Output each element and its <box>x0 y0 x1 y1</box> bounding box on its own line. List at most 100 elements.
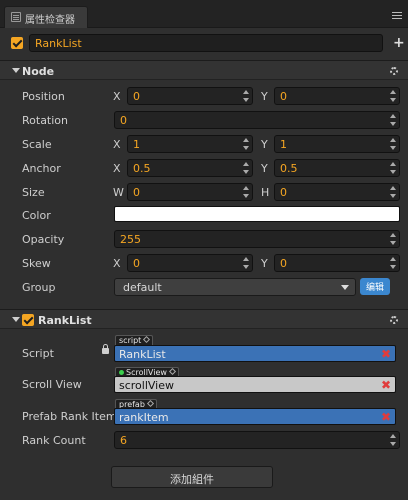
tab-inspector[interactable]: 属性检查器 <box>4 6 88 28</box>
size-h-value: 0 <box>280 186 287 199</box>
scroll-view-label: Scroll View <box>22 378 82 391</box>
size-w-axis: W <box>113 186 124 199</box>
skew-y-value: 0 <box>280 257 287 270</box>
skew-y-input[interactable]: 0 <box>274 254 400 272</box>
stepper-icon[interactable] <box>389 185 397 199</box>
skew-x-input[interactable]: 0 <box>127 254 253 272</box>
remove-icon[interactable]: ✖ <box>381 410 391 424</box>
color-picker-swatch[interactable] <box>114 206 400 222</box>
scale-y-axis: Y <box>261 138 268 151</box>
size-w-value: 0 <box>133 186 140 199</box>
position-y-axis: Y <box>261 90 268 103</box>
panel-tab-bar: 属性检查器 <box>0 0 408 28</box>
position-x-input[interactable]: 0 <box>127 87 253 105</box>
scale-y-value: 1 <box>280 138 287 151</box>
opacity-label: Opacity <box>22 233 65 246</box>
anchor-x-input[interactable]: 0.5 <box>127 159 253 177</box>
remove-icon[interactable]: ✖ <box>381 378 391 392</box>
group-label: Group <box>22 281 56 294</box>
position-x-value: 0 <box>133 90 140 103</box>
rotation-value: 0 <box>120 114 127 127</box>
scroll-view-value: scrollView <box>119 379 175 392</box>
node-name-input[interactable]: RankList <box>29 34 383 52</box>
size-label: Size <box>22 186 45 199</box>
prefab-rank-item-field[interactable]: rankItem ✖ <box>114 408 396 425</box>
hamburger-menu-icon[interactable] <box>392 12 402 20</box>
group-select-value: default <box>123 281 162 294</box>
size-w-input[interactable]: 0 <box>127 183 253 201</box>
stepper-icon[interactable] <box>242 161 250 175</box>
plus-icon[interactable]: + <box>393 35 405 51</box>
scale-x-value: 1 <box>133 138 140 151</box>
rank-count-input[interactable]: 6 <box>114 431 400 449</box>
node-dot-icon <box>119 370 124 375</box>
stepper-icon[interactable] <box>242 137 250 151</box>
stepper-icon[interactable] <box>242 185 250 199</box>
node-active-checkbox[interactable] <box>11 37 23 49</box>
anchor-y-value: 0.5 <box>280 162 298 175</box>
skew-x-value: 0 <box>133 257 140 270</box>
chevron-down-icon <box>341 285 349 290</box>
caret-down-icon <box>12 68 20 73</box>
gear-icon[interactable] <box>390 67 398 75</box>
script-tag-label: script <box>119 336 142 345</box>
scale-x-input[interactable]: 1 <box>127 135 253 153</box>
stepper-icon[interactable] <box>242 256 250 270</box>
anchor-label: Anchor <box>22 162 61 175</box>
script-label: Script <box>22 347 54 360</box>
stepper-icon[interactable] <box>389 137 397 151</box>
gear-icon[interactable] <box>390 316 398 324</box>
opacity-value: 255 <box>120 233 141 246</box>
lock-icon <box>102 344 109 354</box>
script-asset-field[interactable]: RankList ✖ <box>114 345 396 362</box>
position-x-axis: X <box>113 90 121 103</box>
color-label: Color <box>22 209 51 222</box>
add-component-button[interactable]: 添加組件 <box>111 466 273 488</box>
caret-down-icon <box>12 317 20 322</box>
section-ranklist-header[interactable]: RankList <box>0 309 408 329</box>
scroll-view-field[interactable]: scrollView ✖ <box>114 376 396 393</box>
position-y-value: 0 <box>280 90 287 103</box>
scale-x-axis: X <box>113 138 121 151</box>
skew-label: Skew <box>22 257 51 270</box>
anchor-x-axis: X <box>113 162 121 175</box>
prefab-rank-item-label: Prefab Rank Item <box>22 410 117 423</box>
skew-y-axis: Y <box>261 257 268 270</box>
anchor-x-value: 0.5 <box>133 162 151 175</box>
anchor-y-axis: Y <box>261 162 268 175</box>
rotation-label: Rotation <box>22 114 69 127</box>
stepper-icon[interactable] <box>389 232 397 246</box>
scale-label: Scale <box>22 138 52 151</box>
link-icon[interactable] <box>146 399 154 408</box>
section-ranklist-title: RankList <box>38 314 92 327</box>
tab-inspector-label: 属性检查器 <box>25 15 75 26</box>
rotation-input[interactable]: 0 <box>114 111 400 129</box>
script-asset-value: RankList <box>119 348 166 361</box>
edit-group-button[interactable]: 编辑 <box>360 278 390 295</box>
section-node-title: Node <box>22 65 55 78</box>
prefab-rank-item-value: rankItem <box>119 411 169 424</box>
section-node-header[interactable]: Node <box>0 60 408 80</box>
opacity-input[interactable]: 255 <box>114 230 400 248</box>
stepper-icon[interactable] <box>389 161 397 175</box>
stepper-icon[interactable] <box>389 256 397 270</box>
group-select[interactable]: default <box>114 278 356 296</box>
link-icon[interactable] <box>168 367 176 376</box>
size-h-axis: H <box>261 186 270 199</box>
scale-y-input[interactable]: 1 <box>274 135 400 153</box>
remove-icon[interactable]: ✖ <box>381 347 391 361</box>
size-h-input[interactable]: 0 <box>274 183 400 201</box>
link-icon[interactable] <box>143 335 151 344</box>
stepper-icon[interactable] <box>389 113 397 127</box>
list-icon <box>11 12 21 22</box>
anchor-y-input[interactable]: 0.5 <box>274 159 400 177</box>
position-label: Position <box>22 90 65 103</box>
stepper-icon[interactable] <box>389 433 397 447</box>
skew-x-axis: X <box>113 257 121 270</box>
rank-count-label: Rank Count <box>22 434 86 447</box>
position-y-input[interactable]: 0 <box>274 87 400 105</box>
rank-count-value: 6 <box>120 434 127 447</box>
component-enabled-checkbox[interactable] <box>22 314 34 326</box>
stepper-icon[interactable] <box>242 89 250 103</box>
stepper-icon[interactable] <box>389 89 397 103</box>
